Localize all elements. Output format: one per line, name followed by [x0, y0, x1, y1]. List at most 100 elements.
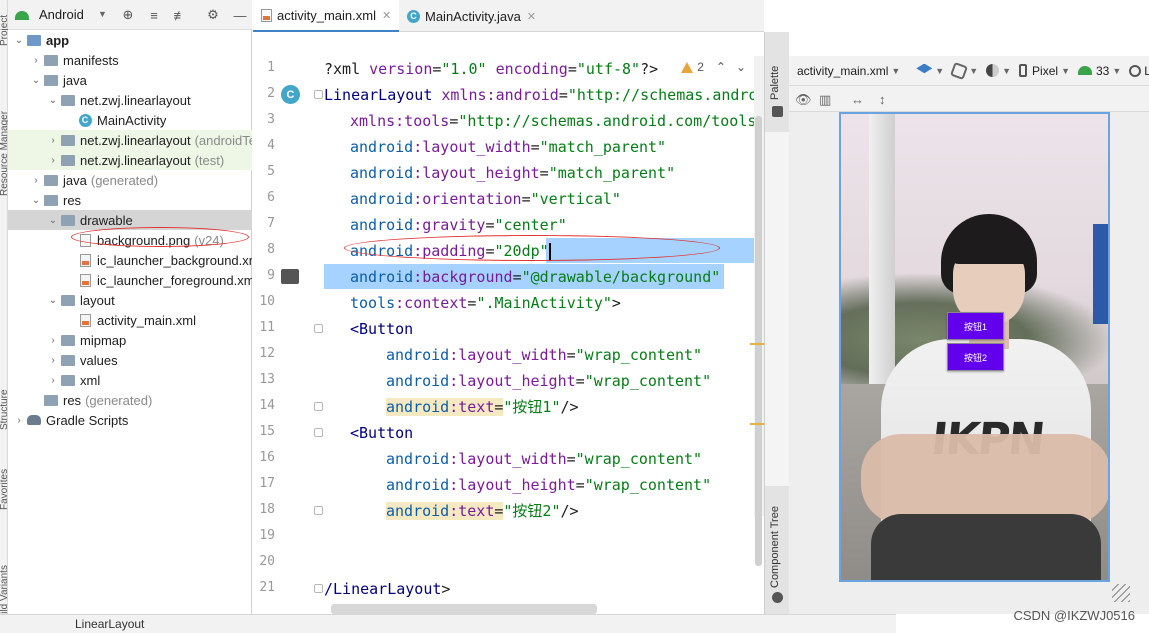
vertical-scrollbar[interactable]: [754, 56, 764, 566]
build-variants-tool-tab[interactable]: Build Variants: [0, 530, 8, 626]
preview-button-2[interactable]: 按钮2: [947, 343, 1004, 371]
tab-activity-main-xml[interactable]: activity_main.xml ✕: [253, 0, 400, 32]
class-reference-icon[interactable]: C: [281, 85, 300, 104]
code-line[interactable]: LinearLayout xmlns:android="http://schem…: [324, 82, 764, 108]
chevron-down-icon[interactable]: ▼: [98, 9, 107, 19]
tree-item[interactable]: › manifests: [8, 50, 252, 70]
inspection-widget[interactable]: 2 ⌃ ⌄: [681, 60, 746, 74]
fold-marker-icon[interactable]: [314, 584, 323, 593]
chevron-right-icon[interactable]: ›: [46, 155, 60, 166]
project-view-selector[interactable]: Android: [39, 7, 84, 22]
blueprint-icon[interactable]: ▥: [819, 92, 831, 108]
design-mode-button[interactable]: ▼: [916, 63, 944, 78]
horizontal-scrollbar[interactable]: [331, 604, 597, 614]
fold-marker-icon[interactable]: [314, 506, 323, 515]
chevron-right-icon[interactable]: ›: [46, 335, 60, 346]
code-line[interactable]: android:layout_height="match_parent": [350, 160, 675, 186]
close-icon[interactable]: ✕: [382, 9, 391, 22]
component-tree-tab[interactable]: Component Tree: [769, 496, 781, 588]
palette-tab[interactable]: Palette: [769, 40, 781, 100]
tree-item[interactable]: activity_main.xml: [8, 310, 252, 330]
component-tree-strip[interactable]: Component Tree: [764, 486, 789, 614]
chevron-right-icon[interactable]: ›: [46, 375, 60, 386]
code-line[interactable]: android:layout_width="match_parent": [350, 134, 666, 160]
tree-item[interactable]: › java (generated): [8, 170, 252, 190]
orientation-button[interactable]: ▼: [950, 61, 978, 80]
code-line[interactable]: android:layout_height="wrap_content": [386, 472, 711, 498]
code-line[interactable]: ?xml version="1.0" encoding="utf-8"?>: [324, 56, 658, 82]
tree-item[interactable]: ic_launcher_background.xml: [8, 250, 252, 270]
eye-icon[interactable]: 👁: [795, 92, 812, 108]
chevron-right-icon[interactable]: ›: [12, 415, 26, 426]
code-line[interactable]: android:text="按钮1"/>: [386, 394, 579, 420]
code-line[interactable]: android:layout_width="wrap_content": [386, 446, 702, 472]
horizontal-resize-icon[interactable]: ↔: [851, 92, 864, 107]
minimize-icon[interactable]: —: [230, 5, 250, 25]
fold-marker-icon[interactable]: [314, 324, 323, 333]
collapse-all-icon[interactable]: ≢: [170, 5, 190, 25]
code-line[interactable]: android:layout_width="wrap_content": [386, 342, 702, 368]
tab-main-activity-java[interactable]: C MainActivity.java ✕: [399, 0, 544, 32]
tree-item[interactable]: › Gradle Scripts: [8, 410, 252, 430]
code-line[interactable]: android:layout_height="wrap_content": [386, 368, 711, 394]
chevron-down-icon[interactable]: ⌄: [12, 35, 26, 46]
scrollbar-thumb[interactable]: [755, 116, 762, 566]
preview-button-1[interactable]: 按钮1: [947, 312, 1004, 340]
image-preview-icon[interactable]: [281, 269, 299, 284]
structure-tool-tab[interactable]: Structure: [0, 360, 8, 430]
chevron-down-icon[interactable]: ⌄: [29, 75, 43, 86]
chevron-down-icon[interactable]: ⌄: [46, 295, 60, 306]
target-icon[interactable]: ⊕: [118, 5, 138, 25]
code-line[interactable]: android:orientation="vertical": [350, 186, 621, 212]
tree-item[interactable]: ⌄ app: [8, 30, 252, 50]
project-tool-tab[interactable]: Project: [0, 6, 8, 46]
tree-item[interactable]: ⌄ net.zwj.linearlayout: [8, 90, 252, 110]
fold-marker-icon[interactable]: [314, 428, 323, 437]
warning-marker[interactable]: [750, 343, 764, 345]
tree-item[interactable]: ⌄ java: [8, 70, 252, 90]
code-line[interactable]: android:background="@drawable/background…: [350, 264, 720, 290]
tree-item[interactable]: › xml: [8, 370, 252, 390]
gear-icon[interactable]: ⚙: [203, 5, 223, 25]
warning-marker[interactable]: [750, 423, 764, 425]
tree-item[interactable]: C MainActivity: [8, 110, 252, 130]
layout-file-selector[interactable]: activity_main.xml ▼: [797, 64, 900, 78]
api-level-selector[interactable]: 33 ▼: [1077, 64, 1121, 78]
expand-all-icon[interactable]: ≡: [144, 5, 164, 25]
chevron-down-icon[interactable]: ⌄: [29, 195, 43, 206]
favorites-tool-tab[interactable]: Favorites: [0, 440, 8, 510]
chevron-down-icon[interactable]: ⌄: [46, 215, 60, 226]
tree-item[interactable]: ⌄ layout: [8, 290, 252, 310]
code-area[interactable]: ?xml version="1.0" encoding="utf-8"?> Lin…: [324, 32, 764, 602]
chevron-right-icon[interactable]: ›: [46, 135, 60, 146]
code-line[interactable]: xmlns:tools="http://schemas.android.com/…: [350, 108, 764, 134]
close-icon[interactable]: ✕: [527, 10, 536, 23]
fold-marker-icon[interactable]: [314, 90, 323, 99]
fold-marker-icon[interactable]: [314, 402, 323, 411]
locale-selector[interactable]: Li: [1129, 64, 1149, 78]
chevron-right-icon[interactable]: ›: [46, 355, 60, 366]
tree-item[interactable]: ic_launcher_foreground.xml: [8, 270, 252, 290]
code-line[interactable]: tools:context=".MainActivity">: [350, 290, 621, 316]
resize-handle-icon[interactable]: [1112, 584, 1130, 602]
chevron-up-icon[interactable]: ⌃: [716, 60, 726, 74]
breadcrumb-item[interactable]: LinearLayout: [75, 617, 144, 631]
resource-manager-tool-tab[interactable]: Resource Manager: [0, 86, 8, 196]
chevron-right-icon[interactable]: ›: [29, 55, 43, 66]
tree-item[interactable]: › net.zwj.linearlayout(androidTest): [8, 130, 252, 150]
code-line[interactable]: /LinearLayout>: [324, 576, 450, 602]
vertical-resize-icon[interactable]: ↕: [879, 92, 886, 107]
palette-strip[interactable]: Palette: [764, 32, 789, 132]
tree-item[interactable]: › values: [8, 350, 252, 370]
tree-item[interactable]: › net.zwj.linearlayout (test): [8, 150, 252, 170]
chevron-down-icon[interactable]: ⌄: [736, 60, 746, 74]
theme-button[interactable]: ▼: [986, 64, 1011, 77]
code-line[interactable]: <Button: [350, 420, 413, 446]
code-line[interactable]: <Button: [350, 316, 413, 342]
device-selector[interactable]: Pixel ▼: [1019, 64, 1070, 78]
tree-item[interactable]: ⌄ res: [8, 190, 252, 210]
chevron-right-icon[interactable]: ›: [29, 175, 43, 186]
tree-item[interactable]: › mipmap: [8, 330, 252, 350]
tree-item[interactable]: res (generated): [8, 390, 252, 410]
code-line[interactable]: android:text="按钮2"/>: [386, 498, 579, 524]
